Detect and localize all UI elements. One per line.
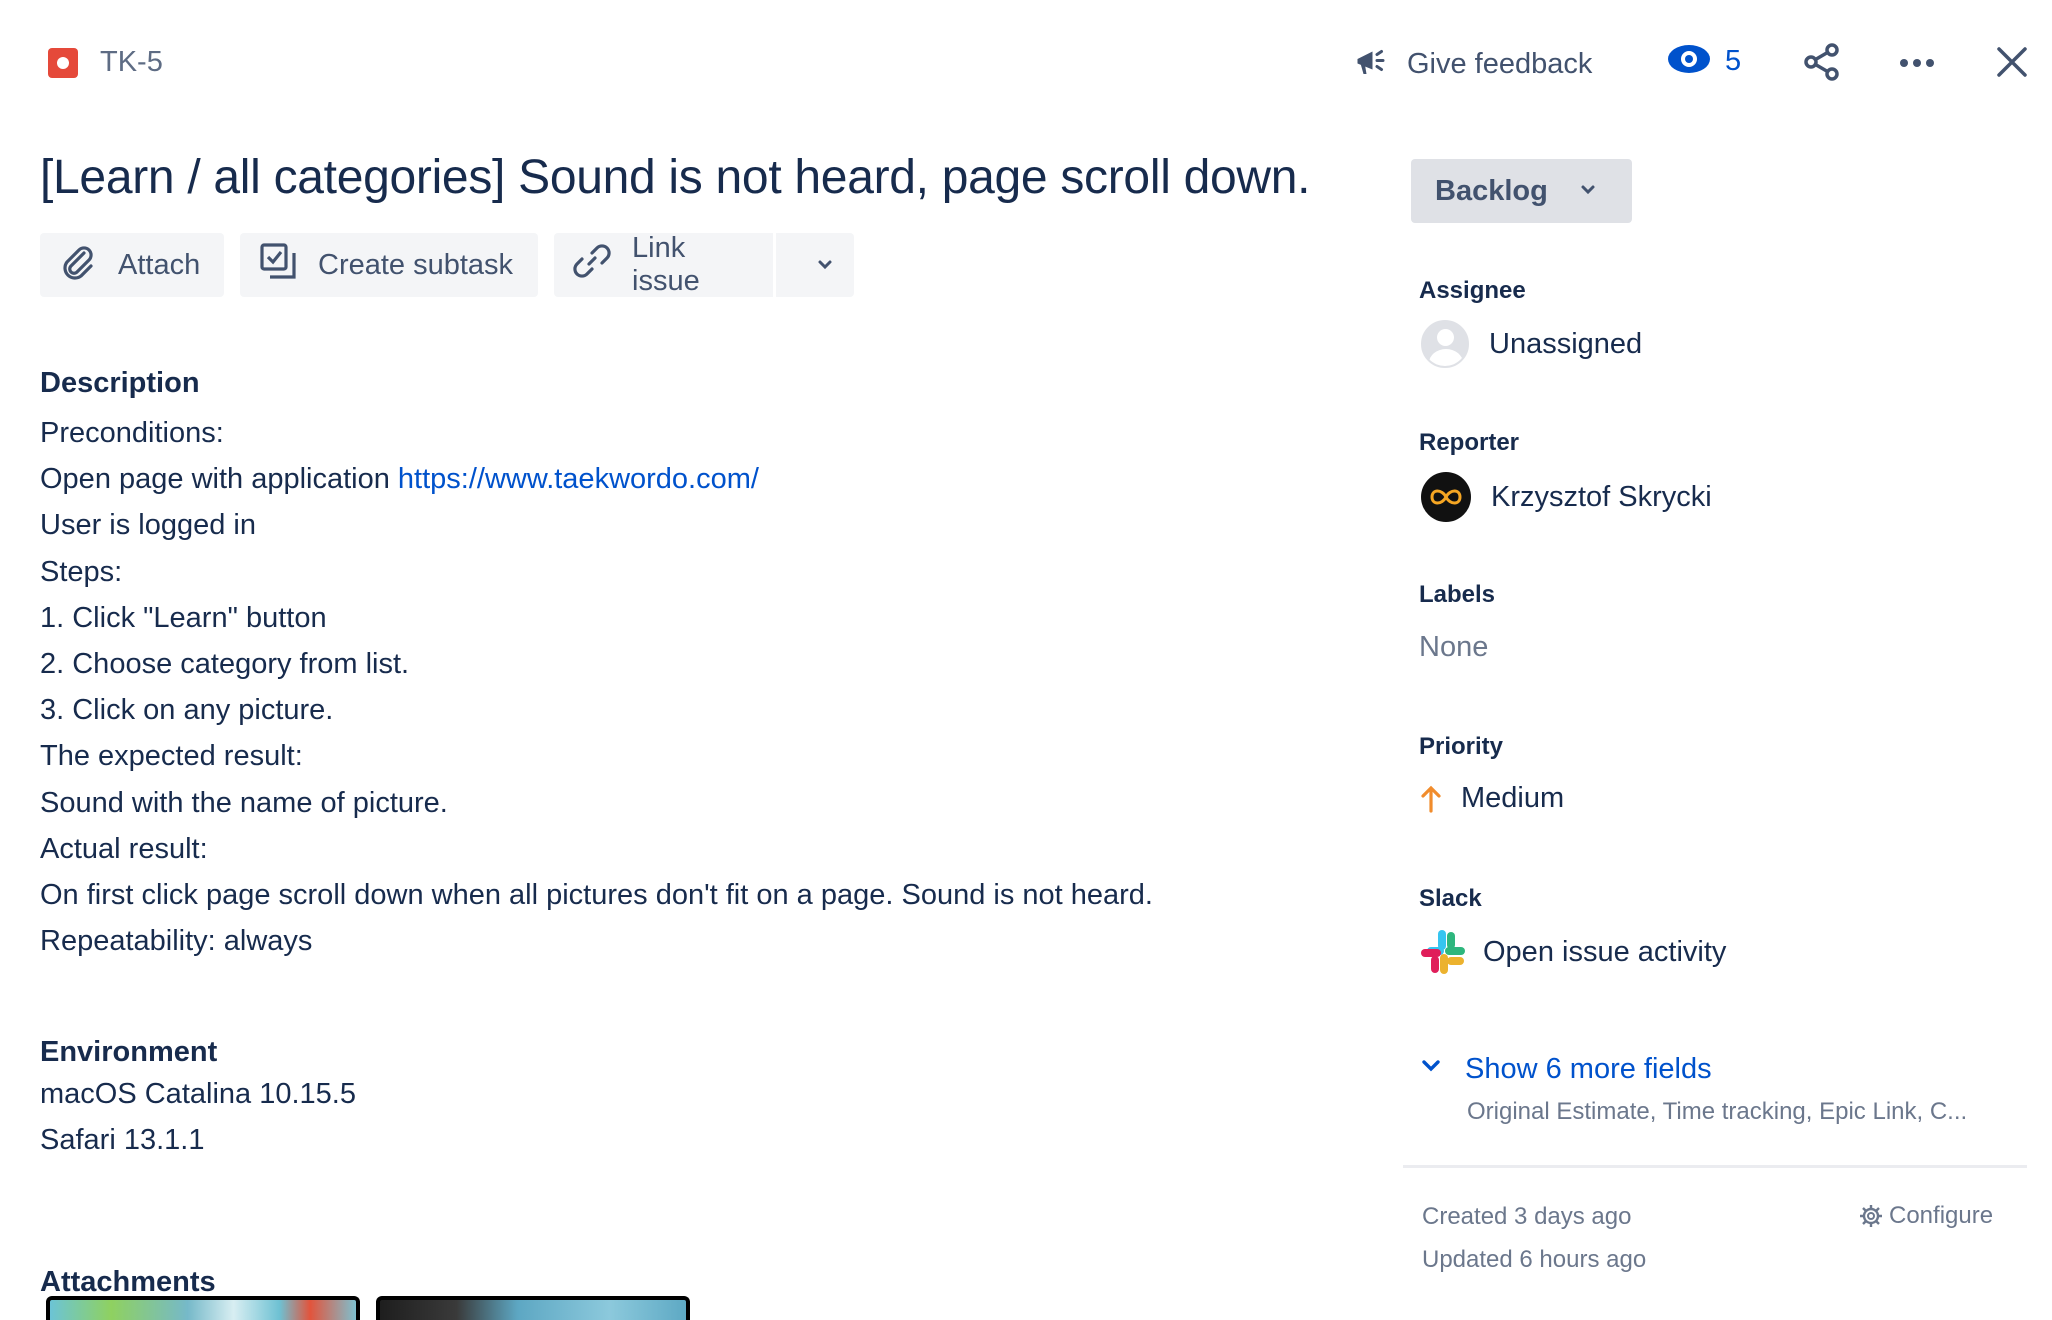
attach-label: Attach xyxy=(118,248,201,281)
slack-value: Open issue activity xyxy=(1483,935,1727,968)
assignee-field[interactable]: Unassigned xyxy=(1419,320,1642,368)
description-line: User is logged in xyxy=(40,509,256,542)
issue-toolbar: Attach Create subtask Link issue xyxy=(40,232,854,297)
configure-button[interactable]: Configure xyxy=(1859,1202,1993,1230)
assignee-value: Unassigned xyxy=(1489,327,1643,360)
share-icon xyxy=(1800,43,1844,88)
subtask-icon xyxy=(258,241,298,289)
status-dropdown[interactable]: Backlog xyxy=(1411,159,1632,223)
application-link[interactable]: https://www.taekwordo.com/ xyxy=(398,463,759,495)
ellipsis-icon xyxy=(1895,59,1939,88)
slack-icon xyxy=(1419,928,1467,976)
labels-field[interactable]: None xyxy=(1419,631,1488,664)
watch-button[interactable]: 5 xyxy=(1667,44,1741,79)
priority-field[interactable]: Medium xyxy=(1419,782,1564,815)
megaphone-icon xyxy=(1353,44,1389,85)
labels-value: None xyxy=(1419,631,1489,663)
paperclip-icon xyxy=(58,241,98,289)
description-line: 3. Click on any picture. xyxy=(40,694,334,727)
chevron-down-icon xyxy=(1578,175,1598,208)
give-feedback-button[interactable]: Give feedback xyxy=(1353,44,1592,85)
link-issue-label: Link issue xyxy=(632,232,700,297)
eye-icon xyxy=(1667,44,1711,79)
environment-body[interactable]: macOS Catalina 10.15.5 Safari 13.1.1 xyxy=(40,1071,356,1163)
attachment-thumbnail[interactable] xyxy=(46,1296,360,1320)
create-subtask-label: Create subtask xyxy=(318,248,514,281)
create-subtask-button[interactable]: Create subtask xyxy=(240,233,538,297)
description-line: Open page with application https://www.t… xyxy=(40,456,1153,502)
reporter-label: Reporter xyxy=(1419,429,1520,456)
environment-line: Safari 13.1.1 xyxy=(40,1124,205,1156)
issue-title[interactable]: [Learn / all categories] Sound is not he… xyxy=(40,150,1310,205)
close-icon xyxy=(1990,47,2034,88)
description-text: Open page with application xyxy=(40,463,398,496)
share-button[interactable] xyxy=(1800,40,1844,89)
close-button[interactable] xyxy=(1990,40,2034,89)
attachment-thumbnail[interactable] xyxy=(376,1296,690,1320)
environment-heading: Environment xyxy=(40,1036,218,1068)
slack-label: Slack xyxy=(1419,885,1482,912)
show-more-label: Show 6 more fields xyxy=(1465,1053,1712,1085)
give-feedback-label: Give feedback xyxy=(1407,48,1593,80)
created-timestamp: Created 3 days ago xyxy=(1422,1203,1632,1230)
top-actions: Give feedback 5 xyxy=(0,36,2052,92)
attachments-heading: Attachments xyxy=(40,1266,216,1298)
watchers-count: 5 xyxy=(1725,45,1742,77)
description-line: The expected result: xyxy=(40,740,303,773)
description-line: Preconditions: xyxy=(40,417,224,449)
slack-field[interactable]: Open issue activity xyxy=(1419,928,1726,976)
divider xyxy=(1403,1165,2027,1168)
toolbar-divider xyxy=(773,233,776,297)
description-body[interactable]: Preconditions: Open page with applicatio… xyxy=(40,410,1153,964)
description-line: Repeatability: always xyxy=(40,925,313,958)
attach-button[interactable]: Attach xyxy=(40,233,224,297)
link-issue-button[interactable]: Link issue xyxy=(554,232,854,297)
avatar xyxy=(1421,472,1471,522)
attachments-list xyxy=(46,1296,690,1320)
show-more-fields-button[interactable]: Show 6 more fields xyxy=(1419,1053,1712,1086)
priority-label: Priority xyxy=(1419,733,1504,760)
gear-icon xyxy=(1859,1204,1883,1228)
priority-value: Medium xyxy=(1461,782,1565,814)
avatar xyxy=(1421,320,1469,368)
assignee-label: Assignee xyxy=(1419,277,1526,304)
description-line: On first click page scroll down when all… xyxy=(40,879,1153,912)
description-line: 1. Click "Learn" button xyxy=(40,601,327,634)
description-line: Sound with the name of picture. xyxy=(40,786,448,819)
infinity-icon xyxy=(1430,489,1462,505)
chevron-down-icon xyxy=(1419,1053,1443,1086)
arrow-up-icon xyxy=(1419,784,1443,814)
chevron-down-icon xyxy=(818,260,832,270)
updated-timestamp: Updated 6 hours ago xyxy=(1422,1246,1647,1273)
status-label: Backlog xyxy=(1435,174,1548,207)
configure-label: Configure xyxy=(1889,1202,1994,1229)
link-options-dropdown[interactable] xyxy=(796,255,854,275)
reporter-field[interactable]: Krzysztof Skrycki xyxy=(1419,472,1712,522)
show-more-summary: Original Estimate, Time tracking, Epic L… xyxy=(1467,1098,1968,1125)
description-line: Steps: xyxy=(40,555,123,588)
more-actions-button[interactable] xyxy=(1895,40,1939,89)
reporter-value: Krzysztof Skrycki xyxy=(1491,480,1712,513)
labels-label: Labels xyxy=(1419,581,1496,608)
description-line: 2. Choose category from list. xyxy=(40,648,410,681)
description-line: Actual result: xyxy=(40,832,208,865)
description-heading: Description xyxy=(40,367,200,399)
link-icon xyxy=(572,241,612,289)
environment-line: macOS Catalina 10.15.5 xyxy=(40,1078,356,1110)
